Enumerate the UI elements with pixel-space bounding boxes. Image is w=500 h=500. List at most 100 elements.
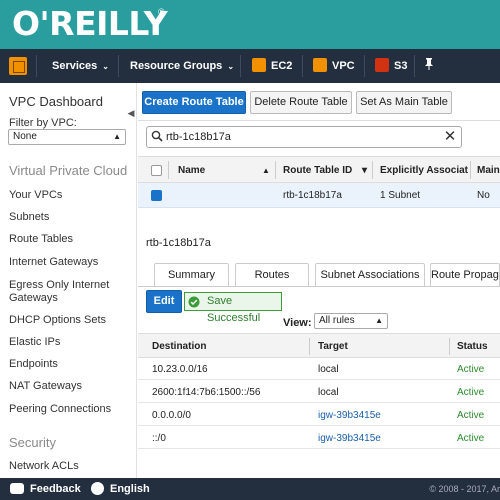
filter-by-vpc-select[interactable]: None ▲: [8, 129, 126, 145]
vpc-label: VPC: [332, 60, 355, 72]
filter-value: None: [13, 131, 37, 142]
sidebar-item-peering-connections[interactable]: Peering Connections: [9, 403, 133, 416]
edit-routes-button[interactable]: Edit: [146, 290, 182, 313]
ec2-icon: [252, 58, 266, 73]
search-query: rtb-1c18b17a: [166, 131, 231, 143]
route-destination: 10.23.0.0/16: [152, 364, 208, 375]
sidebar-item-network-acls[interactable]: Network ACLs: [9, 460, 133, 473]
detail-tabs: Summary Routes Subnet Associations Route…: [138, 263, 500, 287]
route-destination: 2600:1f14:7b6:1500::/56: [152, 387, 261, 398]
route-destination: 0.0.0.0/0: [152, 410, 191, 421]
create-route-table-button[interactable]: Create Route Table: [142, 91, 246, 114]
resource-groups-label: Resource Groups: [130, 60, 223, 72]
route-tables-main: Create Route Table Delete Route Table Se…: [138, 83, 500, 478]
sidebar-item-endpoints[interactable]: Endpoints: [9, 358, 133, 371]
sidebar-item-nat-gateways[interactable]: NAT Gateways: [9, 380, 133, 393]
oreilly-logo: O'REILLY: [12, 4, 168, 43]
s3-shortcut[interactable]: S3: [375, 49, 407, 83]
column-divider: [168, 161, 169, 179]
s3-label: S3: [394, 60, 408, 72]
route-status: Active: [457, 410, 485, 421]
table-row: ::/0 igw-39b3415e Active: [138, 427, 500, 449]
services-menu[interactable]: Services ⌄: [52, 49, 109, 83]
route-target: local: [318, 364, 339, 375]
column-header-explicitly-associated[interactable]: Explicitly Associat: [380, 165, 468, 176]
nav-divider: [118, 55, 119, 77]
column-header-route-table-id[interactable]: Route Table ID: [283, 165, 352, 176]
ec2-shortcut[interactable]: EC2: [252, 49, 292, 83]
clear-search-icon[interactable]: ✕: [442, 127, 458, 147]
chevron-down-icon: ⌄: [227, 62, 235, 71]
vpc-dashboard-link[interactable]: VPC Dashboard: [9, 94, 103, 109]
sidebar-item-egress-only-internet-gateways[interactable]: Egress Only Internet Gateways: [9, 279, 133, 305]
view-select[interactable]: All rules ▲: [314, 313, 388, 329]
column-header-destination[interactable]: Destination: [152, 341, 206, 352]
save-message-text: Save Successful: [207, 295, 261, 324]
sidebar-item-your-vpcs[interactable]: Your VPCs: [9, 189, 133, 202]
row-route-table-id: rtb-1c18b17a: [283, 190, 342, 201]
column-header-target[interactable]: Target: [318, 341, 348, 352]
detail-title: rtb-1c18b17a: [146, 237, 211, 249]
route-target: local: [318, 387, 339, 398]
table-row: 0.0.0.0/0 igw-39b3415e Active: [138, 404, 500, 426]
resource-groups-menu[interactable]: Resource Groups ⌄: [130, 49, 234, 83]
globe-icon: [91, 482, 104, 495]
tab-route-propagation[interactable]: Route Propaga: [430, 263, 500, 287]
nav-divider: [240, 55, 241, 77]
delete-route-table-button[interactable]: Delete Route Table: [250, 91, 352, 114]
set-as-main-table-button[interactable]: Set As Main Table: [356, 91, 452, 114]
sort-ascending-icon[interactable]: ▲: [262, 166, 270, 175]
language-selector[interactable]: English: [110, 478, 150, 500]
nav-divider: [364, 55, 365, 77]
sidebar-item-route-tables[interactable]: Route Tables: [9, 233, 133, 246]
route-target-link[interactable]: igw-39b3415e: [318, 410, 381, 421]
view-label: View:: [283, 317, 312, 329]
select-arrows-icon: ▲: [375, 316, 383, 325]
sidebar-item-elastic-ips[interactable]: Elastic IPs: [9, 336, 133, 349]
services-label: Services: [52, 60, 98, 72]
pin-icon[interactable]: [424, 49, 434, 83]
section-security: Security: [9, 435, 56, 450]
copyright-text: © 2008 - 2017, Ar: [429, 484, 500, 494]
tab-subnet-associations[interactable]: Subnet Associations: [315, 263, 425, 287]
column-filter-icon[interactable]: ▾: [362, 165, 367, 176]
nav-divider: [414, 55, 415, 77]
table-row: 10.23.0.0/16 local Active: [138, 358, 500, 380]
column-divider: [449, 338, 450, 355]
feedback-link[interactable]: Feedback: [30, 478, 81, 500]
chevron-down-icon: ⌄: [102, 62, 109, 71]
check-circle-icon: [188, 296, 200, 308]
vpc-sidebar: VPC Dashboard Filter by VPC: None ▲ Virt…: [0, 83, 137, 478]
action-bar: Create Route Table Delete Route Table Se…: [138, 83, 500, 121]
search-input[interactable]: rtb-1c18b17a ✕: [146, 126, 462, 148]
column-header-status[interactable]: Status: [457, 341, 488, 352]
row-checkbox[interactable]: [151, 190, 162, 201]
route-destination: ::/0: [152, 433, 166, 444]
vpc-shortcut[interactable]: VPC: [313, 49, 355, 83]
view-select-value: All rules: [319, 315, 355, 326]
section-virtual-private-cloud: Virtual Private Cloud: [9, 163, 128, 178]
tab-summary[interactable]: Summary: [154, 263, 229, 287]
tab-routes[interactable]: Routes: [235, 263, 309, 287]
feedback-icon: [10, 483, 24, 494]
route-status: Active: [457, 364, 485, 375]
table-row[interactable]: rtb-1c18b17a 1 Subnet No: [138, 183, 500, 208]
column-divider: [372, 161, 373, 179]
select-all-checkbox[interactable]: [151, 165, 162, 176]
sidebar-item-internet-gateways[interactable]: Internet Gateways: [9, 256, 133, 269]
oreilly-banner: O'REILLY ®: [0, 0, 500, 49]
ec2-label: EC2: [271, 60, 293, 72]
route-status: Active: [457, 433, 485, 444]
nav-divider: [36, 55, 37, 77]
route-target-link[interactable]: igw-39b3415e: [318, 433, 381, 444]
aws-cube-icon[interactable]: [9, 57, 27, 75]
sidebar-item-dhcp-options-sets[interactable]: DHCP Options Sets: [9, 314, 133, 327]
sidebar-item-subnets[interactable]: Subnets: [9, 211, 133, 224]
route-status: Active: [457, 387, 485, 398]
select-arrows-icon: ▲: [113, 132, 121, 141]
row-explicit-association: 1 Subnet: [380, 190, 421, 201]
column-header-main[interactable]: Main: [477, 165, 500, 176]
collapse-sidebar-icon[interactable]: ◀: [124, 102, 138, 124]
column-divider: [275, 161, 276, 179]
column-header-name[interactable]: Name: [178, 165, 205, 176]
